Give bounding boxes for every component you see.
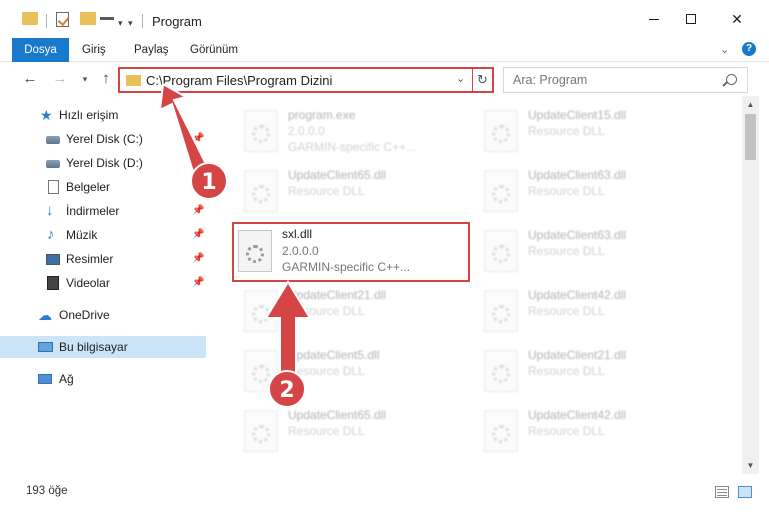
sidebar-item-downloads[interactable]: ↓ İndirmeler 📌 [0,200,206,222]
network-icon [38,374,52,384]
search-placeholder: Ara: Program [513,73,588,87]
pin-icon[interactable]: 📌 [192,200,204,222]
file-item[interactable]: UpdateClient65.dll Resource DLL [234,402,464,462]
pin-icon[interactable]: 📌 [192,248,204,270]
tab-view[interactable]: Görünüm [190,38,238,62]
quick-access-dropdown-icon[interactable]: ▾ [128,14,133,32]
dll-file-icon [244,410,278,452]
file-item[interactable]: UpdateClient63.dll Resource DLL [474,222,704,282]
expand-ribbon-icon[interactable]: ⌄ [720,43,729,56]
refresh-button[interactable]: ↻ [472,69,492,91]
sidebar-item-this-pc[interactable]: Bu bilgisayar [0,336,206,358]
step-1-badge: 1 [190,162,228,200]
step-2-badge: 2 [268,370,306,408]
pin-icon[interactable]: 📌 [192,224,204,246]
dll-file-icon [484,290,518,332]
sidebar-item-videos[interactable]: Videolar 📌 [0,272,206,294]
title-bar: ▾ ▾ Program ✕ [0,0,769,38]
folder-icon[interactable] [22,12,38,25]
sidebar-item-quick-access[interactable]: ★ Hızlı erişim [0,104,206,126]
pin-icon[interactable]: 📌 [192,128,204,150]
file-item[interactable]: program.exe 2.0.0.0 GARMIN-specific C++.… [234,102,464,162]
dll-file-icon [484,350,518,392]
sidebar-item-music[interactable]: ♪ Müzik 📌 [0,224,206,246]
chevron-down-icon[interactable]: ▾ [118,14,123,32]
tab-file[interactable]: Dosya [12,38,69,62]
search-input[interactable]: Ara: Program [503,67,748,93]
up-button[interactable]: ↑ [96,69,116,89]
star-icon: ★ [40,107,53,123]
properties-check-icon[interactable] [56,12,69,27]
file-item[interactable]: UpdateClient65.dll Resource DLL [234,162,464,222]
dll-file-icon [244,170,278,212]
customize-toolbar-icon[interactable] [100,12,115,26]
sidebar-item-documents[interactable]: Belgeler 📌 [0,176,206,198]
dll-file-icon [244,290,278,332]
file-item[interactable]: UpdateClient42.dll Resource DLL [474,282,704,342]
scroll-down-icon[interactable]: ▼ [742,457,759,474]
computer-icon [38,342,53,352]
dll-file-icon [484,230,518,272]
separator [142,14,143,28]
new-folder-icon[interactable] [80,12,96,25]
recent-locations-button[interactable]: ▾ [75,69,95,89]
folder-icon [126,75,141,86]
sidebar-item-network[interactable]: Ağ [0,368,206,390]
tiles-view-icon[interactable] [738,486,752,498]
forward-button[interactable]: → [50,69,70,89]
file-item-sxl-dll[interactable]: sxl.dll 2.0.0.0 GARMIN-specific C++... [232,222,470,282]
dll-file-icon [484,410,518,452]
navigation-bar: ← → ▾ ↑ C:\Program Files\Program Dizini … [0,62,769,96]
video-icon [47,276,59,290]
sidebar-item-onedrive[interactable]: ☁ OneDrive [0,304,206,326]
tab-home[interactable]: Giriş [82,38,106,62]
executable-icon [244,110,278,152]
sidebar-item-local-disk-c[interactable]: Yerel Disk (C:) 📌 [0,128,206,150]
music-icon: ♪ [47,226,55,243]
ribbon-tabs: Dosya Giriş Paylaş Görünüm ⌄ ? [0,38,769,62]
maximize-button[interactable] [668,0,714,38]
tab-share[interactable]: Paylaş [134,38,169,62]
pin-icon[interactable]: 📌 [192,272,204,294]
search-icon [726,74,737,85]
status-bar: 193 öğe [0,478,769,503]
scroll-thumb[interactable] [745,114,756,160]
drive-icon [46,160,60,168]
file-item[interactable]: UpdateClient63.dll Resource DLL [474,162,704,222]
file-item[interactable]: UpdateClient42.dll Resource DLL [474,402,704,462]
file-item[interactable]: UpdateClient21.dll Resource DLL [474,342,704,402]
drive-icon [46,136,60,144]
address-dropdown-icon[interactable]: ⌄ [456,72,465,85]
help-icon[interactable]: ? [742,42,756,56]
file-list: program.exe 2.0.0.0 GARMIN-specific C++.… [210,96,742,474]
vertical-scrollbar[interactable]: ▲ ▼ [742,96,759,474]
file-item[interactable]: UpdateClient21.dll Resource DLL [234,282,464,342]
address-bar[interactable]: C:\Program Files\Program Dizini ⌄ ↻ [118,67,494,93]
back-button[interactable]: ← [20,69,40,89]
window-title: Program [152,14,202,29]
dll-file-icon [238,230,272,272]
pictures-icon [46,254,60,265]
sidebar-item-pictures[interactable]: Resimler 📌 [0,248,206,270]
details-view-icon[interactable] [715,486,729,498]
scroll-up-icon[interactable]: ▲ [742,96,759,113]
close-button[interactable]: ✕ [714,0,760,38]
download-icon: ↓ [46,202,54,219]
document-icon [48,180,59,194]
dll-file-icon [484,110,518,152]
address-path[interactable]: C:\Program Files\Program Dizini [146,73,332,88]
navigation-pane: ★ Hızlı erişim Yerel Disk (C:) 📌 Yerel D… [0,96,210,474]
sidebar-item-local-disk-d[interactable]: Yerel Disk (D:) 📌 [0,152,206,174]
dll-file-icon [484,170,518,212]
explorer-window: ▾ ▾ Program ✕ Dosya Giriş Paylaş Görünüm… [0,0,769,519]
file-item[interactable]: UpdateClient15.dll Resource DLL [474,102,704,162]
separator [46,14,47,28]
item-count: 193 öğe [26,485,68,497]
cloud-icon: ☁ [38,307,52,323]
